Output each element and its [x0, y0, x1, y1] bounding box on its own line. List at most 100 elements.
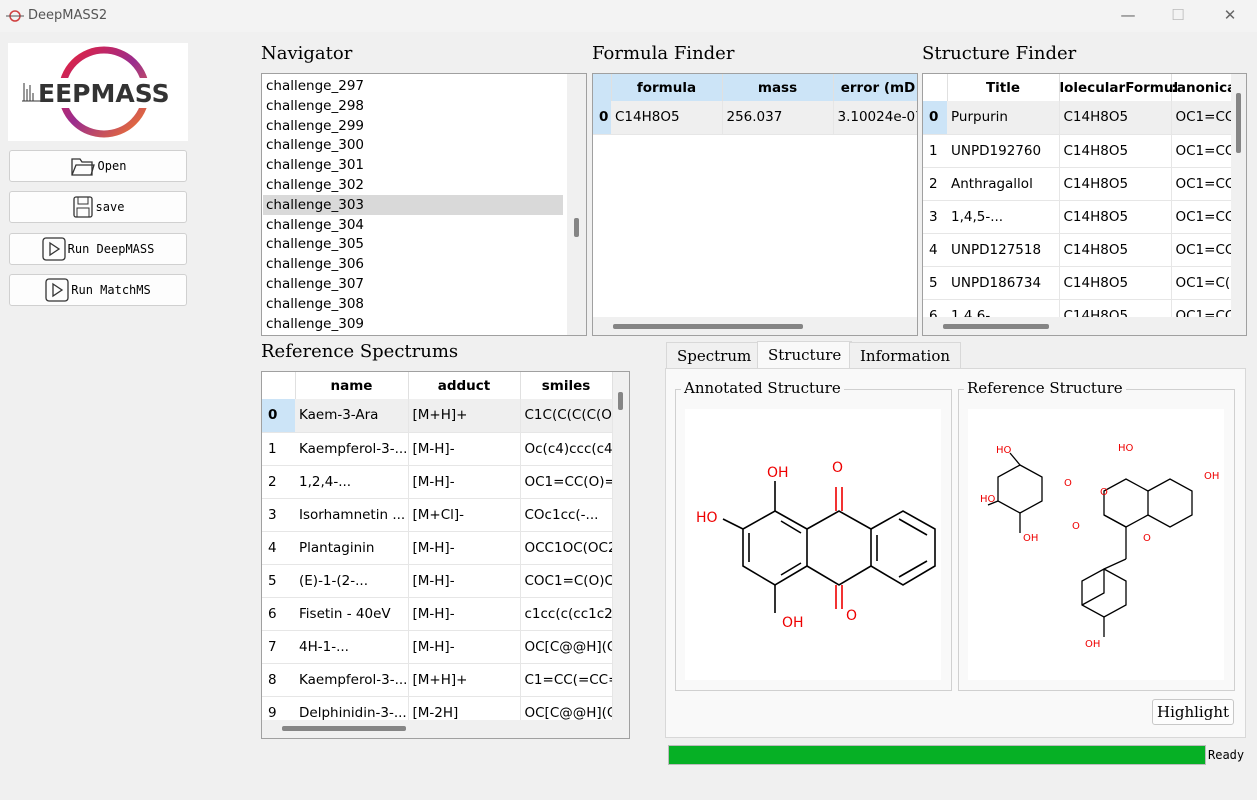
corner-header[interactable] [262, 372, 296, 399]
table-cell[interactable]: 256.037 [722, 101, 834, 135]
table-cell[interactable]: C14H8O5 [1059, 233, 1172, 267]
navigator-item[interactable]: challenge_302 [266, 175, 566, 195]
table-cell[interactable]: Anthragallol [947, 167, 1060, 201]
table-cell[interactable]: OC[C@@H](C [520, 630, 613, 664]
navigator-item[interactable]: challenge_300 [266, 135, 566, 155]
navigator-scrollbar[interactable] [567, 74, 586, 335]
scroll-thumb[interactable] [1236, 93, 1241, 153]
table-cell[interactable]: C14H8O5 [1059, 266, 1172, 300]
table-cell[interactable]: C1C(C(C(C(O1 [520, 399, 613, 433]
table-cell[interactable]: [M-H]- [408, 531, 521, 565]
navigator-item[interactable]: challenge_301 [266, 155, 566, 175]
scroll-thumb[interactable] [613, 324, 803, 329]
row-index[interactable]: 5 [262, 564, 295, 598]
table-cell[interactable]: [M+H]+ [408, 399, 521, 433]
column-header[interactable]: name [295, 372, 409, 399]
table-row[interactable]: 3 Isorhamnetin ... [M+Cl]- COc1cc(-... [262, 498, 613, 532]
table-cell[interactable]: OC1=C( [1171, 266, 1234, 300]
table-row[interactable]: 4 Plantaginin [M-H]- OCC1OC(OC2 [262, 531, 613, 565]
open-button[interactable]: Open [9, 150, 187, 182]
table-cell[interactable]: [M-H]- [408, 597, 521, 631]
row-index[interactable]: 0 [593, 101, 611, 135]
table-cell[interactable]: C14H8O5 [1059, 134, 1172, 168]
table-cell[interactable]: Isorhamnetin ... [295, 498, 409, 532]
vertical-scrollbar[interactable] [613, 372, 629, 720]
table-row[interactable]: 6 Fisetin - 40eV [M-H]- c1cc(c(cc1c2c [262, 597, 613, 631]
table-cell[interactable]: OCC1OC(OC2 [520, 531, 613, 565]
row-index[interactable]: 4 [923, 233, 947, 267]
row-index[interactable]: 4 [262, 531, 295, 565]
highlight-button[interactable]: Highlight [1152, 699, 1234, 725]
table-cell[interactable]: Fisetin - 40eV [295, 597, 409, 631]
scroll-thumb[interactable] [282, 726, 406, 731]
table-cell[interactable]: OC1=CC [1171, 134, 1234, 168]
corner-header[interactable] [593, 74, 612, 101]
table-cell[interactable]: Oc(c4)ccc(c4) [520, 432, 613, 466]
column-header[interactable]: mass [722, 74, 834, 101]
column-header[interactable]: smiles [520, 372, 613, 399]
table-cell[interactable]: Purpurin [947, 101, 1060, 135]
row-index[interactable]: 0 [262, 399, 295, 433]
table-row[interactable]: 8 Kaempferol-3-... [M+H]+ C1=CC(=CC= [262, 663, 613, 697]
table-cell[interactable]: [M-H]- [408, 465, 521, 499]
table-row[interactable]: 0 C14H8O5 256.037 3.10024e-07 [593, 101, 917, 135]
maximize-button[interactable]: ☐ [1168, 6, 1188, 24]
table-cell[interactable]: C14H8O5 [1059, 167, 1172, 201]
tab-information[interactable]: Information [849, 342, 962, 369]
row-index[interactable]: 7 [262, 630, 295, 664]
row-index[interactable]: 1 [923, 134, 947, 168]
column-header[interactable]: lolecularFormul [1059, 74, 1178, 101]
column-header[interactable]: error (mD [833, 74, 917, 101]
minimize-button[interactable]: — [1118, 6, 1138, 24]
table-cell[interactable]: OC1=CC [1171, 101, 1234, 135]
table-cell[interactable]: [M-H]- [408, 630, 521, 664]
navigator-item[interactable]: challenge_308 [266, 294, 566, 314]
table-row[interactable]: 5 UNPD186734 C14H8O5 OC1=C( [923, 266, 1234, 300]
reference-spectrums-table[interactable]: name adduct smiles 0 Kaem-3-Ara [M+H]+ C1C(C(C… [261, 371, 630, 739]
navigator-list[interactable]: challenge_297 challenge_298 challenge_299 c… [261, 73, 587, 336]
navigator-item[interactable]: challenge_309 [266, 314, 566, 334]
save-button[interactable]: save [9, 191, 187, 223]
formula-finder-table[interactable]: formula mass error (mD 0 C14H8O5 256.037 3.100… [592, 73, 918, 336]
tab-spectrum[interactable]: Spectrum [666, 342, 763, 369]
table-cell[interactable]: UNPD192760 [947, 134, 1060, 168]
table-cell[interactable]: UNPD127518 [947, 233, 1060, 267]
table-row[interactable]: 0 Purpurin C14H8O5 OC1=CC [923, 101, 1234, 135]
table-cell[interactable]: UNPD186734 [947, 266, 1060, 300]
table-row[interactable]: 7 4H-1-... [M-H]- OC[C@@H](C [262, 630, 613, 664]
scroll-thumb[interactable] [574, 218, 579, 237]
table-cell[interactable]: 4H-1-... [295, 630, 409, 664]
table-cell[interactable]: OC1=CC [1171, 200, 1234, 234]
row-index[interactable]: 3 [262, 498, 295, 532]
table-row[interactable]: 1 Kaempferol-3-... [M-H]- Oc(c4)ccc(c4) [262, 432, 613, 466]
table-cell[interactable]: COC1=C(O)C( [520, 564, 613, 598]
table-cell[interactable]: C1=CC(=CC= [520, 663, 613, 697]
table-row[interactable]: 2 Anthragallol C14H8O5 OC1=CC [923, 167, 1234, 201]
run-deepmass-button[interactable]: Run DeepMASS [9, 233, 187, 265]
table-cell[interactable]: COc1cc(-... [520, 498, 613, 532]
table-cell[interactable]: Plantaginin [295, 531, 409, 565]
table-cell[interactable]: C14H8O5 [611, 101, 723, 135]
scroll-thumb[interactable] [618, 392, 623, 410]
table-cell[interactable]: OC1=CC [1171, 233, 1234, 267]
structure-finder-table[interactable]: Title lolecularFormul:anonica 0 Purpurin C14… [922, 73, 1247, 336]
navigator-item[interactable]: challenge_299 [266, 116, 566, 136]
table-cell[interactable]: 3.10024e-07 [833, 101, 917, 135]
column-header[interactable]: Title [947, 74, 1060, 101]
table-cell[interactable]: 1,4,5-... [947, 200, 1060, 234]
table-cell[interactable]: c1cc(c(cc1c2c [520, 597, 613, 631]
horizontal-scrollbar[interactable] [593, 317, 917, 335]
row-index[interactable]: 0 [923, 101, 947, 135]
table-row[interactable]: 5 (E)-1-(2-... [M-H]- COC1=C(O)C( [262, 564, 613, 598]
table-cell[interactable]: C14H8O5 [1059, 101, 1172, 135]
horizontal-scrollbar[interactable] [923, 317, 1246, 335]
table-row[interactable]: 3 1,4,5-... C14H8O5 OC1=CC [923, 200, 1234, 234]
table-row[interactable]: 0 Kaem-3-Ara [M+H]+ C1C(C(C(C(O1 [262, 399, 613, 433]
table-row[interactable]: 1 UNPD192760 C14H8O5 OC1=CC [923, 134, 1234, 168]
row-index[interactable]: 2 [262, 465, 295, 499]
table-cell[interactable]: [M+Cl]- [408, 498, 521, 532]
column-header[interactable]: adduct [408, 372, 521, 399]
navigator-item[interactable]: challenge_297 [266, 76, 566, 96]
navigator-item[interactable]: challenge_304 [266, 215, 566, 235]
row-index[interactable]: 6 [262, 597, 295, 631]
